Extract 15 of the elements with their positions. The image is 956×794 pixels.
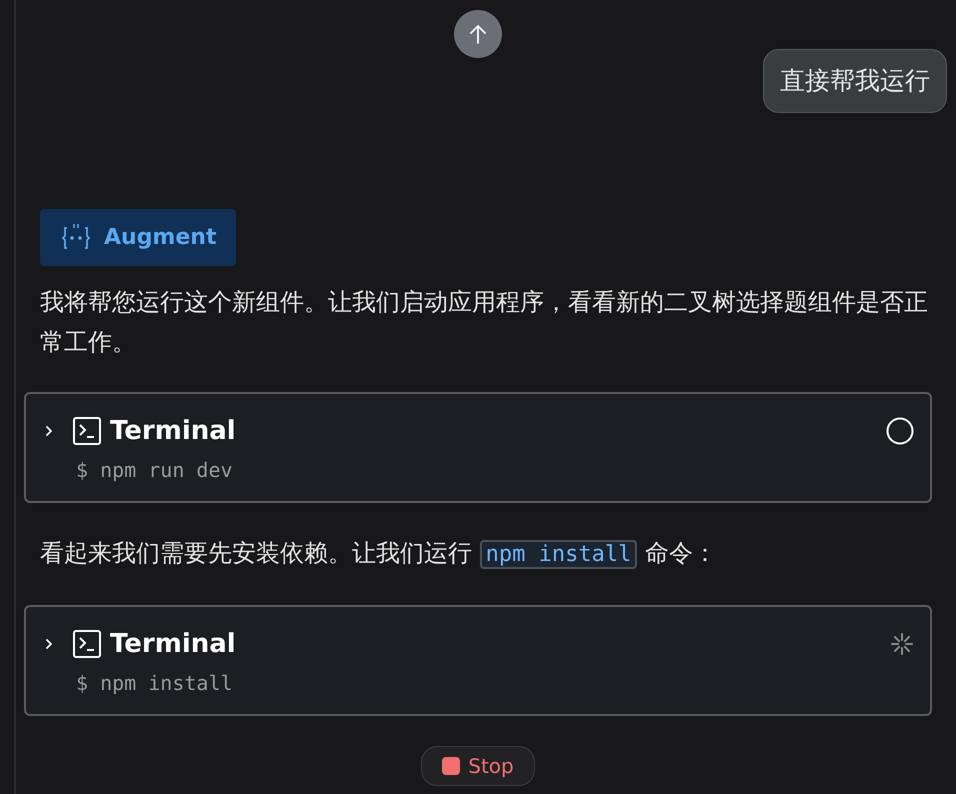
terminal-icon xyxy=(72,416,102,446)
robot-icon xyxy=(60,222,92,252)
terminal-title: Terminal xyxy=(110,414,236,448)
stop-icon xyxy=(442,756,460,774)
terminal-icon xyxy=(72,629,102,659)
scroll-up-button[interactable] xyxy=(454,10,502,58)
user-message: 直接帮我运行 xyxy=(763,49,947,112)
arrow-up-icon xyxy=(467,23,489,45)
assistant-name: Augment xyxy=(104,224,216,252)
stop-button[interactable]: Stop xyxy=(421,746,535,786)
message-text: 看起来我们需要先安装依赖。让我们运行 npm install 命令： xyxy=(39,538,718,570)
terminal-title: Terminal xyxy=(110,628,236,660)
command-text: $ npm install xyxy=(76,670,234,696)
command-text: $ npm run dev xyxy=(76,456,234,484)
message-text: 我将帮您运行这个新组件。让我们启动应用程序，看看新的二叉树选择题组件是否正常工作。 xyxy=(39,286,929,358)
